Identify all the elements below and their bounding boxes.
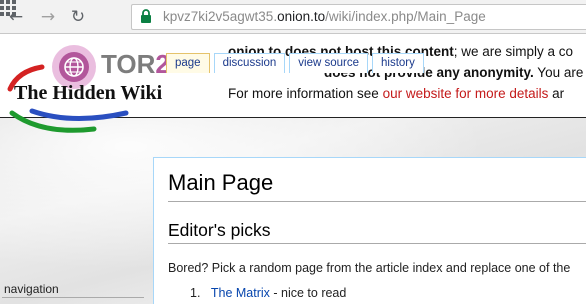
banner-line-3: For more information see our website for… (228, 83, 586, 104)
tab-page[interactable]: page (166, 53, 210, 73)
lock-icon (141, 9, 151, 23)
address-bar[interactable]: kpvz7ki2v5agwt35.onion.to/wiki/index.php… (131, 4, 586, 30)
reload-icon[interactable]: ↻ (67, 6, 89, 28)
url-text[interactable]: kpvz7ki2v5agwt35.onion.to/wiki/index.php… (163, 9, 486, 24)
browser-toolbar: ← → ↻ kpvz7ki2v5agwt35.onion.to/wiki/ind… (0, 0, 586, 34)
list-item: 1. The Matrix - nice to read (190, 286, 346, 300)
url-prefix: kpvz7ki2v5agwt35. (163, 9, 278, 24)
url-path: /wiki/index.php/Main_Page (325, 9, 486, 24)
back-arrow-icon[interactable]: ← (5, 6, 27, 28)
tab-discussion[interactable]: discussion (213, 53, 286, 73)
title-divider (168, 201, 586, 202)
hidden-wiki-logo[interactable]: The Hidden Wiki (2, 37, 162, 147)
sidebar-divider (2, 297, 144, 298)
wiki-name: The Hidden Wiki (14, 82, 163, 104)
tab-view-source[interactable]: view source (289, 53, 369, 73)
page-title: Main Page (168, 170, 274, 195)
list-number: 1. (190, 286, 201, 300)
page-tabs: page discussion view source history (166, 53, 428, 73)
tab-history[interactable]: history (372, 53, 424, 73)
sidebar-navigation-label: navigation (4, 282, 59, 296)
list-item-rest: - nice to read (269, 286, 347, 300)
banner-line-3-text: For more information see (228, 86, 383, 101)
section-divider (168, 243, 586, 244)
banner-line-3-tail: ar (548, 86, 565, 101)
banner-line-1-rest: ; we are simply a co (453, 44, 574, 59)
banner-line-2-rest: You are stron (537, 65, 586, 80)
web-page: TOR2WEB onion.to does not host this cont… (0, 35, 586, 304)
content-area: Main Page Editor's picks Bored? Pick a r… (153, 157, 586, 304)
the-matrix-link[interactable]: The Matrix (211, 286, 270, 300)
url-domain: onion.to (277, 9, 326, 24)
forward-arrow-icon[interactable]: → (37, 6, 59, 28)
section-heading: Editor's picks (168, 220, 271, 240)
intro-paragraph: Bored? Pick a random page from the artic… (168, 261, 571, 275)
banner-details-link[interactable]: our website for more details (383, 86, 549, 101)
